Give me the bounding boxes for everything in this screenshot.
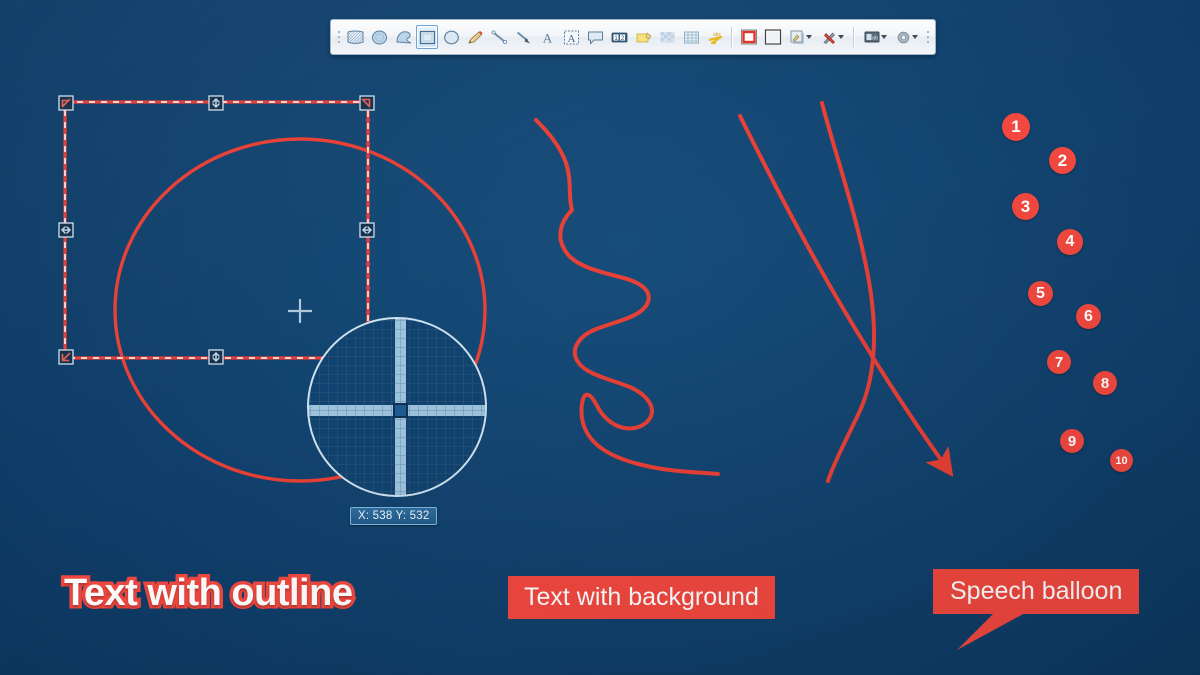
tool-ellipse[interactable] [440,25,462,49]
speech-balloon-annotation[interactable]: Speech balloon [933,569,1139,614]
tool-export[interactable]: ab [860,25,890,49]
tool-highlight[interactable] [632,25,654,49]
tool-step-numbers[interactable]: 12 [608,25,630,49]
step-marker-4[interactable]: 4 [1057,229,1083,255]
text-with-outline-annotation[interactable]: Text with outline [64,572,352,615]
tool-select-region[interactable] [344,25,366,49]
step-marker-10[interactable]: 10 [1110,449,1133,472]
tool-line[interactable] [488,25,510,49]
toolbar-separator-2 [853,27,855,47]
tool-shadow-effects[interactable] [786,25,816,49]
tool-speech-balloon[interactable] [584,25,606,49]
text-with-background-annotation[interactable]: Text with background [508,576,775,619]
tool-preferences[interactable] [892,25,922,49]
toolbar-drag-grip[interactable] [334,24,343,50]
tool-text[interactable]: A [536,25,558,49]
svg-text:ab: ab [871,36,877,42]
step-marker-8[interactable]: 8 [1093,371,1117,395]
tool-spell-check[interactable]: abc [704,25,726,49]
tool-pixelate[interactable] [680,25,702,49]
drawing-tools-toolbar[interactable]: A A 12 abc [330,19,936,55]
annotation-canvas[interactable]: X: 538 Y: 532 [0,0,1200,675]
tool-pencil[interactable] [464,25,486,49]
tool-drawing-settings[interactable] [818,25,848,49]
step-marker-3[interactable]: 3 [1012,193,1039,220]
tool-freehand-filled[interactable] [392,25,414,49]
svg-text:A: A [542,30,552,45]
tool-rectangle[interactable] [416,25,438,49]
chevron-down-icon[interactable] [912,35,918,39]
step-marker-6[interactable]: 6 [1076,304,1101,329]
step-marker-9[interactable]: 9 [1060,429,1084,453]
tool-fill-color[interactable] [762,25,784,49]
crosshair-cursor [288,299,312,323]
step-marker-2[interactable]: 2 [1049,147,1076,174]
toolbar-overflow-grip[interactable] [923,24,932,50]
step-marker-1[interactable]: 1 [1002,113,1030,141]
toolbar-separator-1 [731,27,733,47]
tool-line-color[interactable] [738,25,760,49]
tool-text-box[interactable]: A [560,25,582,49]
step-marker-7[interactable]: 7 [1047,350,1071,374]
tool-obfuscate[interactable] [656,25,678,49]
tool-arrow[interactable] [512,25,534,49]
speech-balloon-tail [955,612,1045,652]
chevron-down-icon[interactable] [806,35,812,39]
tool-ellipse-filled[interactable] [368,25,390,49]
chevron-down-icon[interactable] [881,35,887,39]
svg-text:A: A [567,33,575,45]
chevron-down-icon[interactable] [838,35,844,39]
step-marker-5[interactable]: 5 [1028,281,1053,306]
